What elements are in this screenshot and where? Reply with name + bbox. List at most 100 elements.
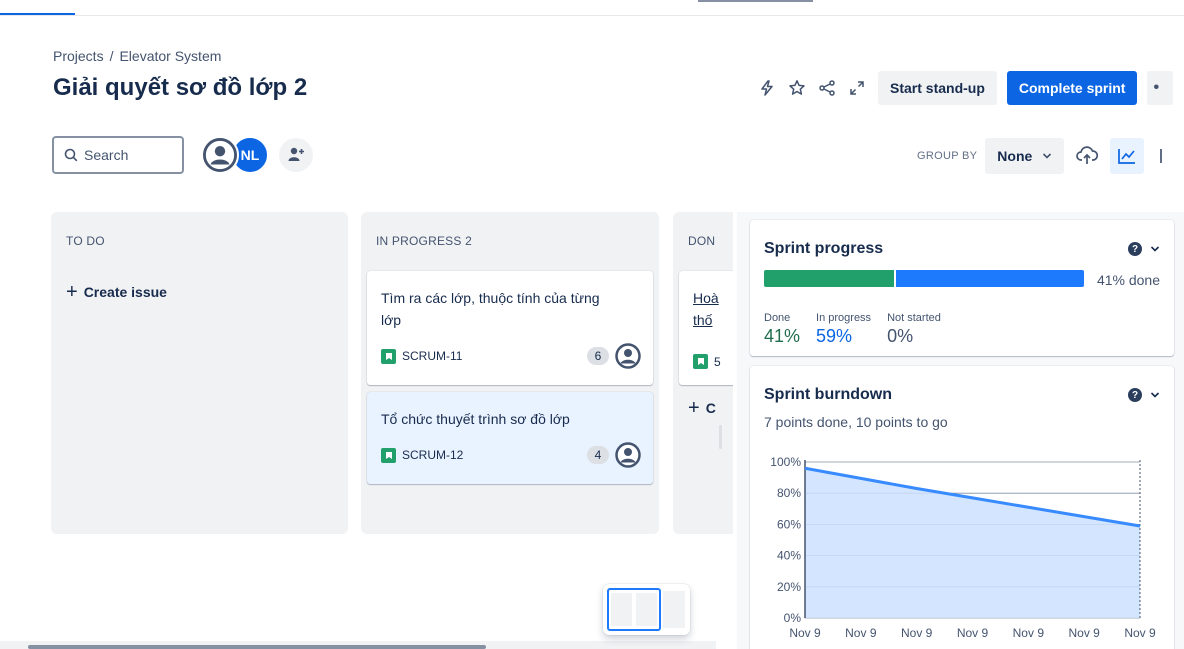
assignee-avatar[interactable] (615, 442, 641, 468)
help-icon[interactable]: ? (1128, 242, 1142, 256)
story-icon (693, 354, 708, 369)
chart-line-icon (1118, 149, 1136, 164)
search-icon (64, 148, 78, 162)
x-tick-label: Nov 9 (1124, 626, 1156, 640)
progress-in-progress-segment (896, 270, 1084, 287)
stat-value: 41% (764, 326, 801, 346)
complete-sprint-button[interactable]: Complete sprint (1006, 71, 1138, 105)
progress-done-segment (764, 270, 894, 287)
group-by-select[interactable]: None (985, 138, 1065, 174)
top-divider (0, 15, 1184, 16)
x-tick-label: Nov 9 (845, 626, 877, 640)
search-input[interactable]: Search (52, 136, 184, 174)
minimap-column (611, 593, 632, 626)
add-people-button[interactable] (279, 138, 313, 172)
y-tick-label: 80% (777, 486, 801, 500)
more-icon: • (1153, 79, 1160, 96)
horizontal-scroll-thumb[interactable] (28, 645, 486, 649)
create-issue-button[interactable]: + C (688, 398, 716, 418)
help-icon[interactable]: ? (1128, 388, 1142, 402)
stat-in-progress: In progress 59% (816, 312, 871, 347)
stat-label: In progress (816, 312, 872, 324)
search-placeholder: Search (84, 147, 129, 163)
column-header: TO DO (66, 234, 105, 248)
insights-panel: Sprint progress ? 41% done Done 41% In p… (737, 212, 1184, 649)
x-tick-label: Nov 9 (789, 626, 821, 640)
avatar-unassigned[interactable] (201, 136, 239, 174)
issue-key[interactable]: SCRUM-12 (402, 448, 587, 462)
breadcrumb-projects[interactable]: Projects (53, 48, 104, 64)
expand-icon[interactable] (842, 72, 872, 104)
issue-card[interactable]: Tìm ra các lớp, thuộc tính của từng lớp … (367, 271, 653, 385)
cloud-upload-icon (1076, 146, 1099, 164)
minimap-column (663, 591, 685, 628)
stat-done: Done 41% (764, 312, 800, 347)
chevron-down-icon (1043, 153, 1052, 159)
minimap-column (636, 593, 657, 626)
plus-icon: + (66, 281, 78, 303)
issue-card[interactable]: Hoà thố 5 (679, 271, 733, 385)
lightning-icon[interactable] (752, 72, 782, 104)
stat-value: 59% (816, 326, 853, 346)
card-summary: Tổ chức thuyết trình sơ đồ lớp (381, 411, 570, 427)
panel-resize-handle[interactable] (719, 425, 722, 449)
y-tick-label: 20% (777, 580, 801, 594)
start-standup-button[interactable]: Start stand-up (878, 71, 997, 105)
card-footer: SCRUM-12 4 (381, 442, 641, 468)
column-done: DON Hoà thố 5 + C (673, 212, 733, 534)
insights-button[interactable] (1110, 138, 1145, 174)
breadcrumb: Projects / Elevator System (53, 48, 221, 64)
column-todo: TO DO + Create issue (51, 212, 348, 534)
story-icon (381, 447, 396, 463)
issue-key[interactable]: 5 (714, 355, 721, 369)
progress-percent-label: 41% done (1096, 272, 1160, 288)
y-tick-label: 100% (770, 455, 801, 469)
burndown-area (805, 468, 1140, 618)
group-by-control: GROUP BY None (917, 138, 1164, 174)
sprint-burndown-card: Sprint burndown ? 7 points done, 10 poin… (750, 366, 1174, 649)
stat-label: Not started (887, 312, 941, 324)
minimap-viewport[interactable] (607, 588, 661, 631)
y-tick-label: 60% (777, 517, 801, 531)
add-person-icon (288, 147, 304, 161)
y-tick-label: 40% (777, 549, 801, 563)
group-by-value: None (997, 148, 1033, 164)
sprint-progress-card: Sprint progress ? 41% done Done 41% In p… (750, 220, 1174, 356)
stat-not-started: Not started 0% (887, 312, 941, 347)
sprint-burndown-title: Sprint burndown (764, 386, 892, 403)
chevron-down-icon[interactable] (1150, 245, 1160, 253)
cloud-upload-button[interactable] (1070, 138, 1104, 174)
y-tick-label: 0% (784, 611, 802, 625)
panel-actions: ? (1128, 388, 1160, 402)
star-icon[interactable] (782, 72, 812, 104)
stat-value: 0% (887, 326, 914, 346)
column-header: DON (688, 234, 716, 248)
more-actions-button[interactable]: • (1147, 71, 1174, 105)
issue-key[interactable]: SCRUM-11 (402, 349, 587, 363)
page-title: Giải quyết sơ đồ lớp 2 (53, 74, 308, 101)
progress-stats: Done 41% In progress 59% Not started 0% (764, 312, 941, 347)
sprint-progress-bar (764, 270, 1084, 287)
stat-label: Done (764, 312, 791, 324)
column-header: IN PROGRESS 2 (376, 234, 472, 248)
view-settings-button[interactable] (1150, 138, 1164, 174)
create-issue-button[interactable]: + Create issue (66, 281, 167, 303)
create-issue-label: C (705, 400, 716, 416)
x-tick-label: Nov 9 (901, 626, 933, 640)
header-actions: Start stand-up Complete sprint • (752, 70, 1174, 106)
issue-card[interactable]: Tổ chức thuyết trình sơ đồ lớp SCRUM-12 … (367, 392, 653, 484)
breadcrumb-separator: / (109, 48, 114, 64)
user-icon (615, 343, 641, 369)
x-tick-label: Nov 9 (1068, 626, 1100, 640)
chevron-down-icon[interactable] (1150, 391, 1160, 399)
x-tick-label: Nov 9 (957, 626, 989, 640)
sprint-progress-title: Sprint progress (764, 240, 884, 257)
board-minimap[interactable] (603, 584, 690, 635)
breadcrumb-project[interactable]: Elevator System (119, 48, 221, 64)
user-icon (615, 442, 641, 468)
share-icon[interactable] (812, 72, 842, 104)
settings-icon (1160, 149, 1163, 163)
burndown-chart: 100%80%60%40%20%0%Nov 9 Nov 9 Nov 9 Nov 9 No… (770, 455, 1156, 640)
assignee-avatar[interactable] (615, 343, 641, 369)
card-summary-line: thố (693, 312, 713, 328)
